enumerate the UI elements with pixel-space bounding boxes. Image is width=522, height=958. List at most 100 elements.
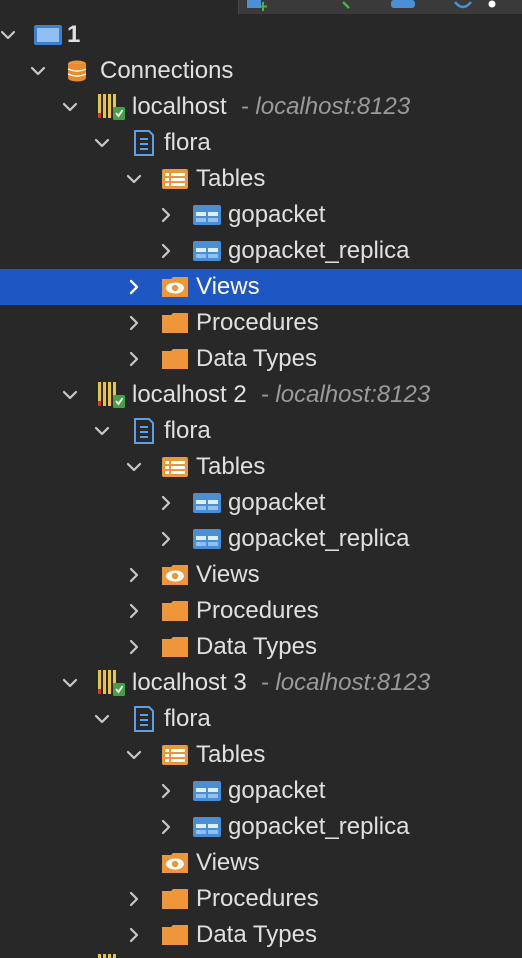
tree-item-procedures[interactable]: Procedures (0, 305, 522, 341)
table-icon (193, 205, 221, 225)
chevron-right-icon[interactable] (154, 197, 178, 233)
folder-icon (162, 889, 188, 909)
tree-item-table[interactable]: gopacket (0, 773, 522, 809)
tree-item-table[interactable]: gopacket (0, 485, 522, 521)
tree-item-table[interactable]: gopacket_replica (0, 233, 522, 269)
tree-item-table[interactable]: gopacket_replica (0, 521, 522, 557)
chevron-down-icon[interactable] (122, 161, 146, 197)
chevron-right-icon[interactable] (154, 521, 178, 557)
host-name: localhost 3 (132, 669, 247, 696)
folder-icon (162, 601, 188, 621)
chevron-right-icon[interactable] (122, 629, 146, 665)
tree-item-tables[interactable]: Tables (0, 449, 522, 485)
tree-item-host-2[interactable]: localhost 2 - localhost:8123 (0, 377, 522, 413)
tables-label: Tables (196, 741, 266, 768)
chevron-right-icon[interactable] (122, 341, 146, 377)
tree-item-procedures[interactable]: Procedures (0, 593, 522, 629)
tree-item-table[interactable]: gopacket_replica (0, 809, 522, 845)
host-address: - localhost:8123 (260, 381, 431, 408)
database-label: flora (164, 129, 211, 156)
tree-item-data-types[interactable]: Data Types (0, 917, 522, 953)
arrow-icon[interactable] (339, 0, 359, 12)
chevron-down-icon[interactable] (58, 89, 82, 125)
gear-icon[interactable] (387, 0, 421, 12)
table-icon (193, 817, 221, 837)
chevron-down-icon[interactable] (90, 413, 114, 449)
tables-folder-icon (162, 169, 188, 189)
folder-icon (162, 637, 188, 657)
table-icon (193, 529, 221, 549)
data-types-label: Data Types (196, 633, 317, 660)
connections-icon (67, 59, 87, 83)
tree-item-connections[interactable]: Connections (0, 53, 522, 89)
table-label: gopacket (228, 489, 326, 516)
toolbar (238, 0, 522, 14)
host-address: - localhost:8123 (260, 669, 431, 696)
connections-label: Connections (100, 57, 234, 84)
dot-icon[interactable] (485, 0, 499, 12)
views-label: Views (196, 561, 260, 588)
chevron-down-icon[interactable] (58, 665, 82, 701)
chevron-right-icon[interactable] (122, 593, 146, 629)
table-label: gopacket_replica (228, 813, 410, 840)
tree-item-host-3[interactable]: localhost 3 - localhost:8123 (0, 665, 522, 701)
table-label: gopacket_replica (228, 237, 410, 264)
add-connection-icon[interactable] (245, 0, 275, 12)
views-icon (162, 277, 188, 297)
chevron-right-icon[interactable] (122, 557, 146, 593)
table-icon (193, 493, 221, 513)
table-label: gopacket_replica (228, 525, 410, 552)
server-icon (97, 669, 126, 697)
tree-item-database[interactable]: flora (0, 701, 522, 737)
chevron-down-icon[interactable] (90, 701, 114, 737)
tree-item-data-types[interactable]: Data Types (0, 341, 522, 377)
tables-folder-icon (162, 745, 188, 765)
project-icon (34, 25, 62, 45)
tree-item-views[interactable]: Views (0, 845, 522, 881)
views-icon (162, 565, 188, 585)
tree-item-tables[interactable]: Tables (0, 161, 522, 197)
chevron-right-icon[interactable] (154, 809, 178, 845)
tree-item-host-1[interactable]: localhost - localhost:8123 (0, 89, 522, 125)
chevron-down-icon[interactable] (58, 377, 82, 413)
tree-item-database[interactable]: flora (0, 125, 522, 161)
folder-icon (162, 349, 188, 369)
chevron-right-icon[interactable] (122, 305, 146, 341)
database-icon (134, 418, 154, 444)
chevron-down-icon[interactable] (122, 737, 146, 773)
chevron-right-icon[interactable] (154, 485, 178, 521)
views-icon (162, 853, 188, 873)
chevron-right-icon[interactable] (154, 773, 178, 809)
tree-item-views[interactable]: Views (0, 557, 522, 593)
chevron-right-icon[interactable] (122, 269, 146, 305)
chevron-down-icon[interactable] (26, 53, 50, 89)
tree-item-procedures[interactable]: Procedures (0, 881, 522, 917)
chevron-down-icon[interactable] (122, 449, 146, 485)
database-icon (134, 130, 154, 156)
server-icon (97, 93, 126, 121)
tree-item-views-selected[interactable]: Views (0, 269, 522, 305)
tree-item-database[interactable]: flora (0, 413, 522, 449)
views-label: Views (196, 273, 260, 300)
tables-folder-icon (162, 457, 188, 477)
procedures-label: Procedures (196, 885, 319, 912)
refresh-icon[interactable] (451, 0, 475, 12)
database-icon (134, 706, 154, 732)
procedures-label: Procedures (196, 309, 319, 336)
chevron-right-icon[interactable] (122, 917, 146, 953)
tables-label: Tables (196, 165, 266, 192)
chevron-right-icon[interactable] (122, 881, 146, 917)
chevron-down-icon[interactable] (0, 17, 20, 53)
chevron-down-icon[interactable] (90, 125, 114, 161)
host-address: - localhost:8123 (240, 93, 411, 120)
folder-icon (162, 925, 188, 945)
chevron-right-icon[interactable] (154, 233, 178, 269)
tree-item-tables[interactable]: Tables (0, 737, 522, 773)
tree-item-table[interactable]: gopacket (0, 197, 522, 233)
views-label: Views (196, 849, 260, 876)
root-label: 1 (67, 21, 81, 48)
tree-item-data-types[interactable]: Data Types (0, 629, 522, 665)
table-label: gopacket (228, 201, 326, 228)
tree-root[interactable]: 1 (0, 17, 522, 53)
table-icon (193, 241, 221, 261)
